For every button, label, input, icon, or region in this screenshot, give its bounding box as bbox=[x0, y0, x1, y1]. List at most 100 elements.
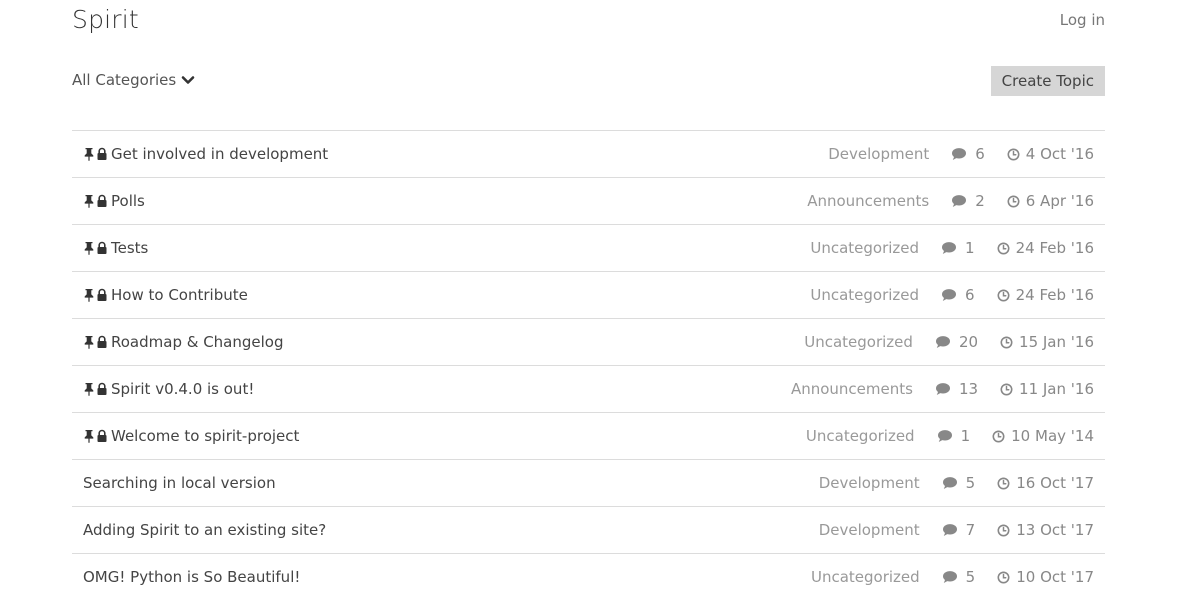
comment-icon bbox=[941, 288, 961, 302]
topic-title-link[interactable]: Roadmap & Changelog bbox=[111, 333, 284, 351]
topic-meta: Uncategorized 5 10 Oct '17 bbox=[811, 554, 1094, 600]
comment-count-value: 1 bbox=[960, 427, 971, 445]
topic-category-link[interactable]: Development bbox=[819, 521, 920, 539]
comment-count-value: 6 bbox=[975, 145, 985, 163]
brand-logo[interactable]: Spirit bbox=[72, 5, 139, 34]
clock-icon bbox=[997, 289, 1013, 302]
pin-icon bbox=[83, 429, 95, 443]
topic-row: Get involved in development Development 6 4… bbox=[72, 131, 1105, 178]
topic-category-link[interactable]: Announcements bbox=[807, 192, 929, 210]
topic-title-wrap: Roadmap & Changelog bbox=[83, 319, 284, 365]
login-link[interactable]: Log in bbox=[1060, 11, 1105, 29]
topic-title-link[interactable]: Welcome to spirit-project bbox=[111, 427, 299, 445]
topic-title-link[interactable]: Adding Spirit to an existing site? bbox=[83, 521, 326, 539]
topic-title-link[interactable]: Tests bbox=[111, 239, 148, 257]
topic-row: Tests Uncategorized 1 24 Feb '16 bbox=[72, 225, 1105, 272]
topic-category-link[interactable]: Uncategorized bbox=[810, 286, 919, 304]
topic-title-link[interactable]: Polls bbox=[111, 192, 145, 210]
category-filter-label: All Categories bbox=[72, 71, 177, 89]
comment-icon bbox=[942, 476, 962, 490]
clock-icon bbox=[997, 477, 1013, 490]
topic-meta: Announcements 2 6 Apr '16 bbox=[807, 178, 1094, 224]
topic-date: 6 Apr '16 bbox=[1007, 192, 1094, 210]
topic-date-value: 11 Jan '16 bbox=[1019, 380, 1094, 398]
clock-icon bbox=[1007, 195, 1023, 208]
comment-icon bbox=[951, 194, 971, 208]
topic-category-link[interactable]: Uncategorized bbox=[804, 333, 913, 351]
topic-row: How to Contribute Uncategorized 6 24 Feb '1… bbox=[72, 272, 1105, 319]
lock-icon bbox=[96, 429, 108, 443]
comment-count: 6 bbox=[951, 145, 985, 163]
topic-date: 10 Oct '17 bbox=[997, 568, 1094, 586]
topic-title-wrap: How to Contribute bbox=[83, 272, 248, 318]
topic-category-link[interactable]: Development bbox=[828, 145, 929, 163]
topic-title-wrap: Searching in local version bbox=[83, 460, 276, 506]
clock-icon bbox=[1000, 383, 1016, 396]
topic-category-link[interactable]: Uncategorized bbox=[811, 568, 920, 586]
comment-count-value: 2 bbox=[975, 192, 985, 210]
topic-title-wrap: OMG! Python is So Beautiful! bbox=[83, 554, 300, 600]
category-filter-dropdown[interactable]: All Categories bbox=[72, 71, 195, 89]
lock-icon bbox=[96, 288, 108, 302]
create-topic-button[interactable]: Create Topic bbox=[990, 66, 1105, 96]
pin-icon bbox=[83, 335, 95, 349]
comment-count: 13 bbox=[935, 380, 978, 398]
topic-category-link[interactable]: Announcements bbox=[791, 380, 913, 398]
topic-meta: Uncategorized 6 24 Feb '16 bbox=[810, 272, 1094, 318]
comment-count-value: 6 bbox=[965, 286, 975, 304]
topic-date: 24 Feb '16 bbox=[997, 286, 1094, 304]
comment-count: 2 bbox=[951, 192, 985, 210]
topic-date-value: 15 Jan '16 bbox=[1019, 333, 1094, 351]
topic-title-link[interactable]: Searching in local version bbox=[83, 474, 276, 492]
clock-icon bbox=[997, 524, 1013, 537]
topic-date: 15 Jan '16 bbox=[1000, 333, 1094, 351]
topic-title-wrap: Welcome to spirit-project bbox=[83, 413, 299, 459]
topic-row: Welcome to spirit-project Uncategorized 1 1… bbox=[72, 413, 1105, 460]
topic-meta: Uncategorized 20 15 Jan '16 bbox=[804, 319, 1094, 365]
topic-category-link[interactable]: Uncategorized bbox=[810, 239, 919, 257]
comment-icon bbox=[941, 241, 961, 255]
pin-icon bbox=[83, 147, 95, 161]
pin-icon bbox=[83, 382, 95, 396]
comment-count: 20 bbox=[935, 333, 978, 351]
topic-title-link[interactable]: How to Contribute bbox=[111, 286, 248, 304]
topic-title-link[interactable]: OMG! Python is So Beautiful! bbox=[83, 568, 300, 586]
topic-list: Get involved in development Development 6 4… bbox=[72, 130, 1105, 600]
comment-count: 7 bbox=[942, 521, 976, 539]
lock-icon bbox=[96, 147, 108, 161]
clock-icon bbox=[1007, 148, 1023, 161]
topic-title-link[interactable]: Get involved in development bbox=[111, 145, 328, 163]
topic-title-wrap: Adding Spirit to an existing site? bbox=[83, 507, 326, 553]
pin-icon bbox=[83, 241, 95, 255]
comment-icon bbox=[935, 335, 955, 349]
topic-row: Searching in local version Development 5 16… bbox=[72, 460, 1105, 507]
topic-category-link[interactable]: Development bbox=[819, 474, 920, 492]
topic-title-wrap: Polls bbox=[83, 178, 145, 224]
comment-count-value: 5 bbox=[965, 474, 976, 492]
pin-icon bbox=[83, 288, 95, 302]
lock-icon bbox=[96, 335, 108, 349]
comment-count-value: 7 bbox=[965, 521, 976, 539]
comment-count: 5 bbox=[942, 568, 975, 586]
topic-date: 10 May '14 bbox=[992, 427, 1094, 445]
lock-icon bbox=[96, 241, 108, 255]
page: Spirit Log in All Categories Create Topi… bbox=[0, 0, 1200, 600]
topic-title-link[interactable]: Spirit v0.4.0 is out! bbox=[111, 380, 254, 398]
topic-category-link[interactable]: Uncategorized bbox=[806, 427, 915, 445]
topic-date: 11 Jan '16 bbox=[1000, 380, 1094, 398]
topic-title-wrap: Tests bbox=[83, 225, 148, 271]
clock-icon bbox=[997, 242, 1013, 255]
topic-row: Adding Spirit to an existing site? Develo… bbox=[72, 507, 1105, 554]
topic-meta: Uncategorized 1 10 May '14 bbox=[806, 413, 1094, 459]
comment-count: 1 bbox=[937, 427, 971, 445]
topic-date-value: 4 Oct '16 bbox=[1025, 145, 1094, 163]
topic-date-value: 24 Feb '16 bbox=[1015, 286, 1094, 304]
topic-date-value: 13 Oct '17 bbox=[1016, 521, 1094, 539]
topic-date-value: 24 Feb '16 bbox=[1015, 239, 1094, 257]
comment-count: 6 bbox=[941, 286, 975, 304]
clock-icon bbox=[992, 430, 1008, 443]
comment-count-value: 20 bbox=[958, 333, 979, 351]
topic-meta: Development 5 16 Oct '17 bbox=[819, 460, 1094, 506]
topic-date: 13 Oct '17 bbox=[997, 521, 1094, 539]
topic-row: OMG! Python is So Beautiful! Uncategorize… bbox=[72, 554, 1105, 600]
